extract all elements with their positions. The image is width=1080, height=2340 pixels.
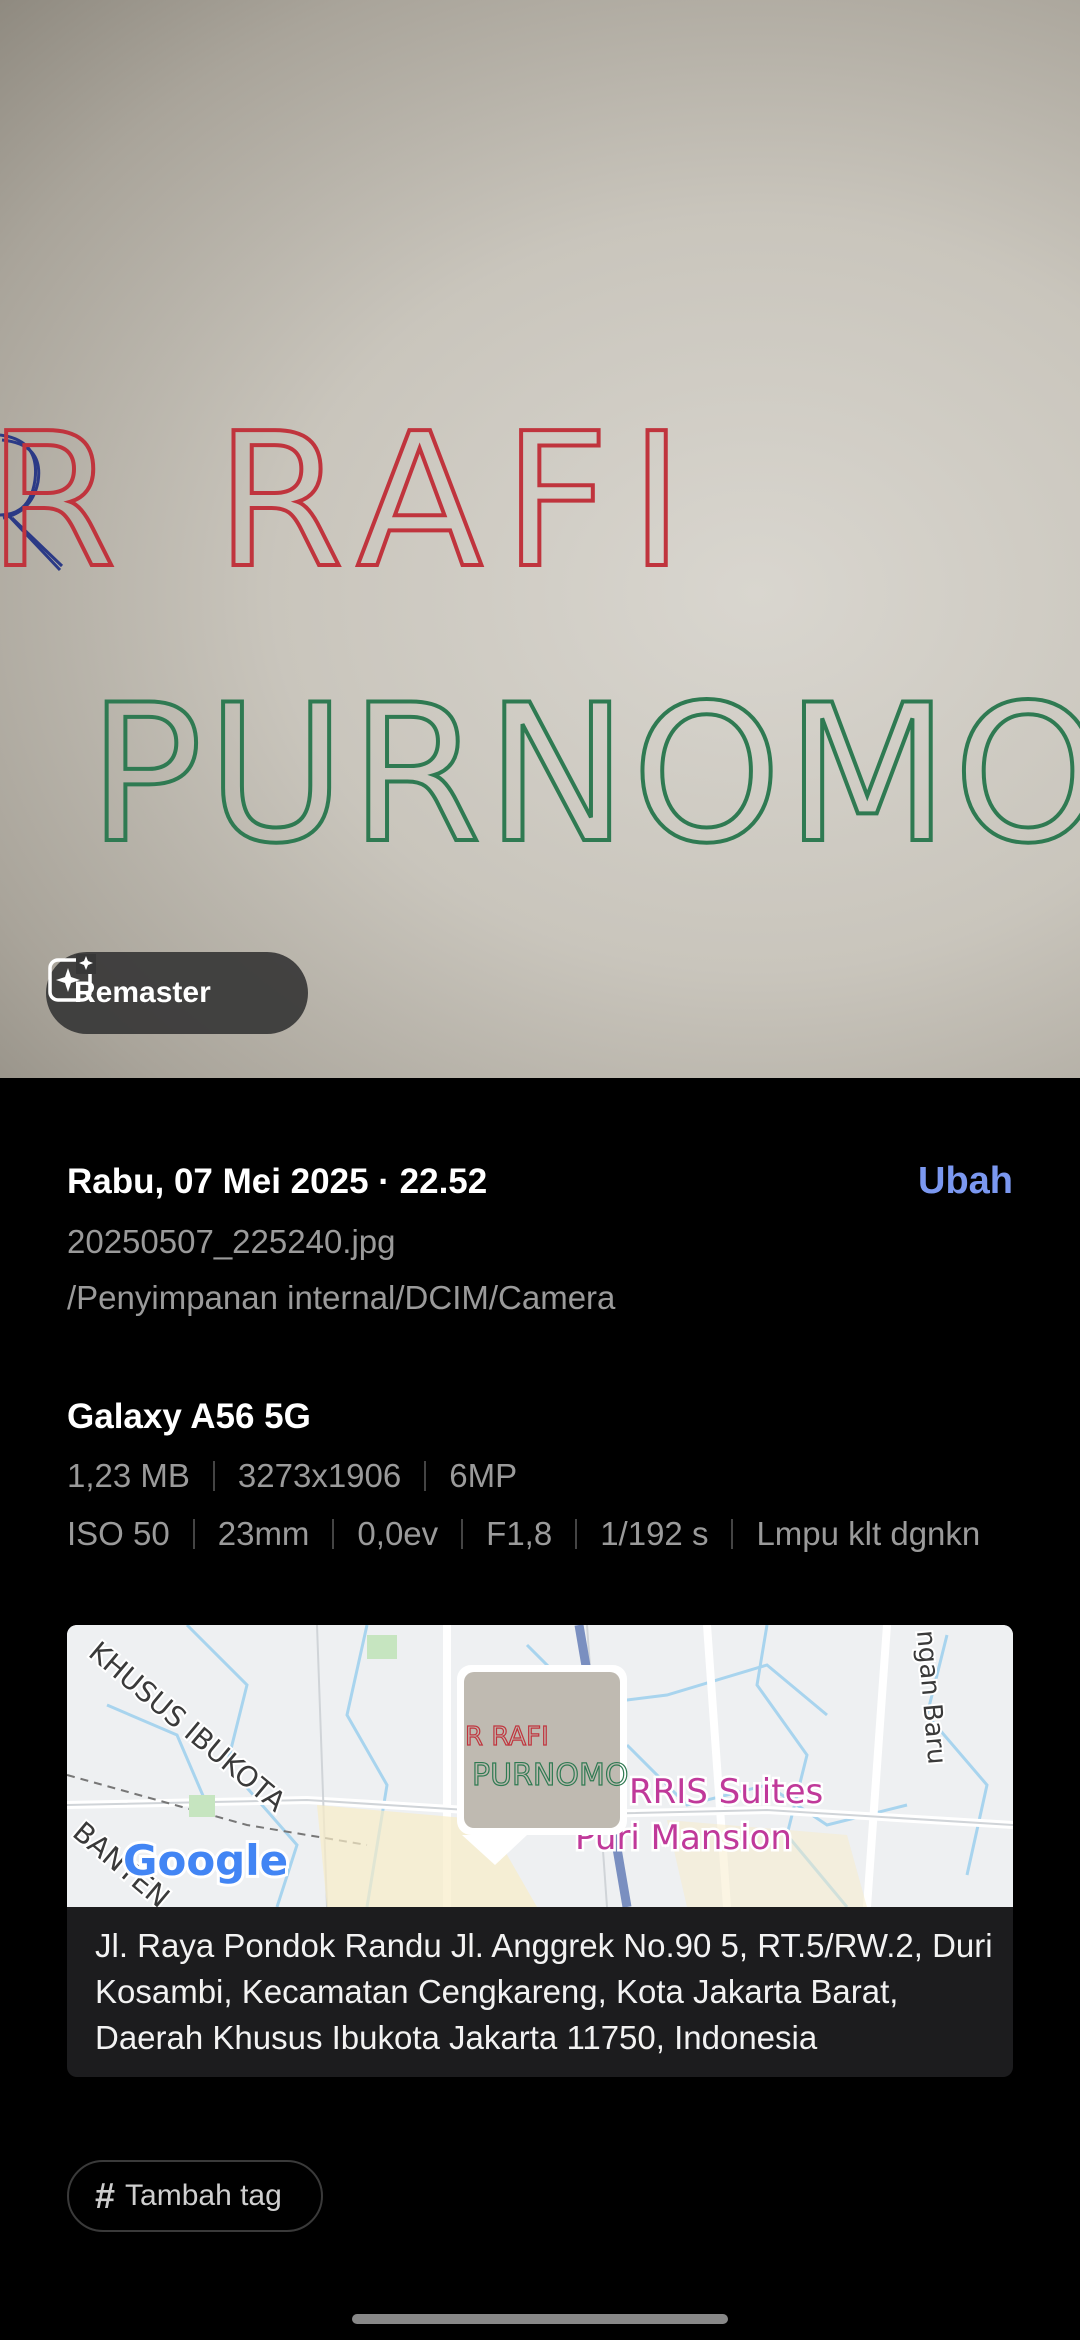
file-size: 1,23 MB (67, 1457, 190, 1494)
resolution: 3273x1906 (237, 1457, 402, 1494)
home-indicator[interactable] (352, 2314, 728, 2324)
location-card[interactable]: KHUSUS IBUKOTA BANTEN ngan Baru RRIS Sui… (67, 1625, 1013, 2077)
date-time: Rabu, 07 Mei 2025 · 22.52 (67, 1161, 488, 1201)
file-meta-row: 1,23 MB 3273x1906 6MP (67, 1457, 1013, 1495)
focal-length: 23mm (217, 1515, 310, 1552)
edit-date-button[interactable]: Ubah (918, 1160, 1013, 1203)
map-poi-line1: RRIS Suites (629, 1772, 823, 1812)
photo-image: R RAFI PURNOMO (0, 391, 1080, 887)
details-panel: Rabu, 07 Mei 2025 · 22.52 Ubah 20250507_… (67, 1160, 1013, 1553)
exposure-value: 0,0ev (357, 1515, 439, 1552)
photo-text-line2: PURNOMO (88, 664, 1080, 885)
divider (731, 1519, 734, 1549)
flash-mode: Lmpu klt dgnkn (756, 1515, 981, 1552)
divider (192, 1519, 195, 1549)
file-name: 20250507_225240.jpg (67, 1223, 396, 1260)
photo-preview[interactable]: R RAFI PURNOMO Remaster (0, 0, 1080, 1078)
photo-location-pin: R RAFI PURNOMO (457, 1665, 629, 1865)
file-path: /Penyimpanan internal/DCIM/Camera (67, 1279, 616, 1316)
location-address: Jl. Raya Pondok Randu Jl. Anggrek No.90 … (95, 1927, 993, 2056)
aperture: F1,8 (486, 1515, 553, 1552)
svg-text:R RAFI: R RAFI (465, 1722, 549, 1752)
add-tag-button[interactable]: # Tambah tag (67, 2160, 323, 2232)
hash-icon: # (95, 2175, 116, 2216)
photo-text-line1: R RAFI (0, 393, 704, 609)
camera-meta-row: ISO 50 23mm 0,0ev F1,8 1/192 s Lmpu klt … (67, 1515, 1013, 1553)
device-name: Galaxy A56 5G (67, 1397, 311, 1436)
svg-text:PURNOMO: PURNOMO (472, 1758, 628, 1793)
divider (424, 1461, 427, 1491)
divider (461, 1519, 464, 1549)
remaster-button[interactable]: Remaster (46, 952, 308, 1034)
google-logo: Google (123, 1836, 288, 1885)
megapixels: 6MP (449, 1457, 518, 1494)
iso: ISO 50 (67, 1515, 170, 1552)
divider (575, 1519, 578, 1549)
shutter-speed: 1/192 s (600, 1515, 709, 1552)
divider (212, 1461, 215, 1491)
add-tag-label: Tambah tag (125, 2179, 282, 2212)
map-graphic: KHUSUS IBUKOTA BANTEN ngan Baru RRIS Sui… (67, 1625, 1013, 1907)
sparkle-edit-icon (48, 954, 96, 1002)
divider (332, 1519, 335, 1549)
location-map[interactable]: KHUSUS IBUKOTA BANTEN ngan Baru RRIS Sui… (67, 1625, 1013, 1907)
